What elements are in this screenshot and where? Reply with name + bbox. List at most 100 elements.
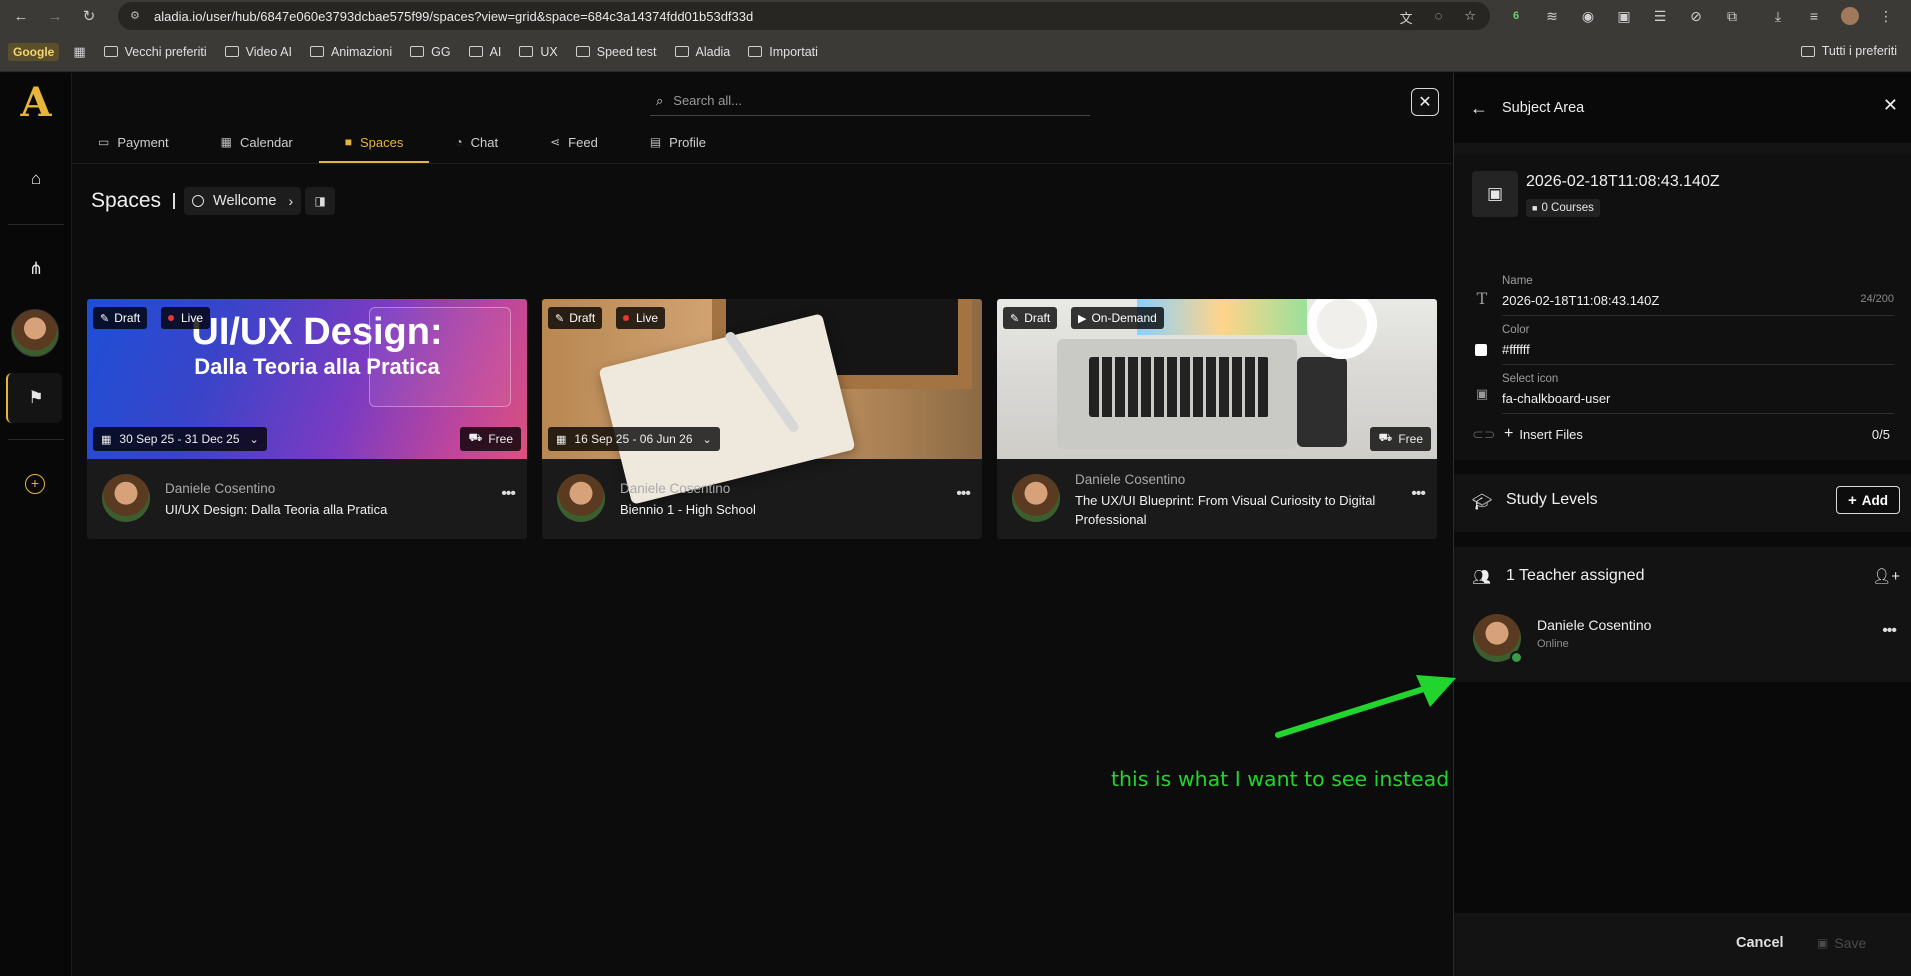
insert-files-button[interactable]: Insert Files bbox=[1519, 427, 1583, 442]
color-field-value[interactable]: #ffffff bbox=[1502, 342, 1530, 357]
apps-grid-icon[interactable]: ▦ bbox=[73, 44, 85, 60]
bookmark-folder[interactable]: Aladia bbox=[674, 45, 730, 59]
bookmark-folder[interactable]: UX bbox=[519, 45, 558, 59]
spaces-icon: ■ bbox=[344, 135, 353, 149]
folder-icon bbox=[748, 46, 763, 57]
search-input[interactable] bbox=[673, 93, 1054, 108]
folder-icon bbox=[1800, 45, 1815, 57]
store-icon[interactable]: ⌂ bbox=[22, 165, 50, 193]
card-title[interactable]: UI/UX Design: Dalla Teoria alla Pratica bbox=[165, 500, 495, 519]
bookmark-folder[interactable]: Speed test bbox=[575, 45, 657, 59]
cart-icon: ⛟ bbox=[1378, 432, 1393, 444]
date-range-dropdown[interactable]: ▦ 30 Sep 25 - 31 Dec 25 ⌄ bbox=[93, 427, 267, 451]
save-button[interactable]: ▣ Save bbox=[1817, 935, 1866, 951]
draft-badge[interactable]: ✎ Draft bbox=[1003, 307, 1058, 329]
close-panel-icon[interactable]: ✕ bbox=[1883, 95, 1898, 116]
all-bookmarks[interactable]: Tutti i preferiti bbox=[1800, 44, 1897, 58]
subject-name-heading: 2026-02-18T11:08:43.140Z bbox=[1526, 173, 1720, 190]
bookmark-folder[interactable]: GG bbox=[410, 45, 451, 59]
bookmark-folder[interactable]: Video AI bbox=[224, 45, 292, 59]
address-bar[interactable]: ⚙ aladia.io/user/hub/6847e060e3793dcbae5… bbox=[118, 2, 1490, 30]
icon-select-field[interactable]: ▣ Select icon fa-chalkboard-user bbox=[1472, 373, 1894, 417]
extension-audio-icon[interactable]: ≋ bbox=[1541, 6, 1563, 26]
extension-link-icon[interactable]: ⊘ bbox=[1685, 6, 1707, 26]
draft-badge[interactable]: ✎ Draft bbox=[548, 307, 603, 329]
folder-icon bbox=[575, 46, 590, 57]
cover-decoration bbox=[1089, 357, 1269, 417]
user-plus-icon[interactable]: 👤︎+ bbox=[1872, 567, 1900, 585]
name-field-value[interactable]: 2026-02-18T11:08:43.140Z bbox=[1502, 293, 1659, 308]
tab-payment[interactable]: ▭ Payment bbox=[72, 121, 195, 163]
draft-badge[interactable]: ✎ Draft bbox=[93, 307, 148, 329]
price-badge: ⛟ Free bbox=[460, 427, 521, 451]
google-bookmark[interactable]: Google bbox=[8, 42, 60, 61]
card-title[interactable]: The UX/UI Blueprint: From Visual Curiosi… bbox=[1075, 491, 1405, 529]
media-control-icon[interactable]: ≡ bbox=[1803, 6, 1825, 26]
chalkboard-user-icon[interactable]: ⚑ bbox=[22, 384, 50, 412]
aladia-logo[interactable]: A bbox=[14, 81, 58, 125]
extension-camera-icon[interactable]: ◉ bbox=[1577, 6, 1599, 26]
live-dot-icon bbox=[623, 315, 629, 321]
id-card-icon: ▤ bbox=[649, 135, 662, 149]
color-swatch[interactable] bbox=[1475, 344, 1487, 356]
close-search-button[interactable]: ✕ bbox=[1411, 88, 1439, 116]
plus-icon[interactable]: + bbox=[1504, 425, 1513, 443]
courses-count-badge: ■ 0 Courses bbox=[1526, 199, 1600, 217]
extensions-puzzle-icon[interactable]: ⧉ bbox=[1721, 6, 1743, 26]
play-circle-icon: ▶ bbox=[1078, 312, 1087, 325]
arrow-left-icon[interactable]: ← bbox=[1470, 98, 1488, 119]
name-field[interactable]: T Name 2026-02-18T11:08:43.140Z 24/200 bbox=[1472, 275, 1894, 319]
tab-profile[interactable]: ▤ Profile bbox=[624, 121, 732, 163]
add-circle-icon[interactable]: + bbox=[25, 474, 45, 494]
site-settings-icon[interactable]: ⚙ bbox=[130, 9, 144, 23]
tab-calendar[interactable]: ▦ Calendar bbox=[195, 121, 319, 163]
bookmark-folder[interactable]: Animazioni bbox=[309, 45, 392, 59]
author-avatar bbox=[1012, 474, 1060, 522]
date-range-dropdown[interactable]: ▦ 16 Sep 25 - 06 Jun 26 ⌄ bbox=[548, 427, 720, 451]
ellipsis-icon[interactable]: ••• bbox=[1882, 622, 1897, 640]
edit-icon: ✎ bbox=[1010, 312, 1020, 325]
breadcrumb[interactable]: Wellcome › bbox=[184, 187, 302, 215]
global-search[interactable]: ⌕ bbox=[650, 86, 1090, 116]
color-field[interactable]: Color #ffffff bbox=[1472, 324, 1894, 368]
back-icon[interactable]: ← bbox=[8, 3, 34, 29]
add-study-level-button[interactable]: + Add bbox=[1836, 486, 1900, 514]
extension-square-icon[interactable]: ▣ bbox=[1613, 6, 1635, 26]
extensions-bar: 6 ≋ ◉ ▣ ☰ ⊘ ⧉ ⤓ ≡ ⋮ bbox=[1505, 6, 1897, 26]
space-card[interactable]: ✎ Draft ▶ On-Demand ⛟ Free Daniele Cosentin… bbox=[997, 299, 1437, 539]
cancel-button[interactable]: Cancel bbox=[1736, 935, 1784, 951]
profile-avatar-icon[interactable] bbox=[1839, 6, 1861, 26]
main-tabs: ▭ Payment ▦ Calendar ■ Spaces ◔ Chat ⋖ Feed ▤… bbox=[72, 121, 1452, 163]
icon-field-value[interactable]: fa-chalkboard-user bbox=[1502, 391, 1610, 406]
space-card[interactable]: ✎ Draft Live ▦ 16 Sep 25 - 06 Jun 26 ⌄ Dani… bbox=[542, 299, 982, 539]
forward-icon[interactable]: → bbox=[42, 3, 68, 29]
folder-icon bbox=[519, 46, 534, 57]
bookmark-star-icon[interactable]: ☆ bbox=[1464, 8, 1476, 27]
bookmark-folder[interactable]: Importati bbox=[748, 45, 818, 59]
spaces-header: Spaces Wellcome › ◨ bbox=[91, 187, 336, 215]
share-nodes-icon[interactable]: ⋔ bbox=[22, 255, 50, 283]
card-title[interactable]: Biennio 1 - High School bbox=[620, 500, 950, 519]
user-avatar[interactable] bbox=[11, 309, 59, 357]
bookmark-folder[interactable]: AI bbox=[468, 45, 501, 59]
bookmark-folder[interactable]: Vecchi preferiti bbox=[103, 45, 207, 59]
menu-kebab-icon[interactable]: ⋮ bbox=[1875, 6, 1897, 26]
tab-feed[interactable]: ⋖ Feed bbox=[524, 121, 624, 163]
translate-icon[interactable]: 文 bbox=[1400, 8, 1413, 27]
wallet-icon: ▭ bbox=[98, 135, 110, 149]
extension-badge-icon[interactable]: 6 bbox=[1505, 6, 1527, 26]
eye-off-icon[interactable]: ◌ bbox=[1435, 8, 1443, 27]
ellipsis-icon[interactable]: ••• bbox=[956, 485, 971, 503]
view-toggle-button[interactable]: ◨ bbox=[305, 187, 336, 215]
url-text[interactable]: aladia.io/user/hub/6847e060e3793dcbae575… bbox=[154, 9, 753, 24]
reload-icon[interactable]: ↻ bbox=[76, 3, 102, 29]
space-card[interactable]: UI/UX Design: Dalla Teoria alla Pratica … bbox=[87, 299, 527, 539]
tab-spaces[interactable]: ■ Spaces bbox=[318, 121, 430, 163]
download-icon[interactable]: ⤓ bbox=[1767, 6, 1789, 26]
ellipsis-icon[interactable]: ••• bbox=[501, 485, 516, 503]
graduation-cap-icon: 🎓︎ bbox=[1472, 494, 1493, 511]
section-gap bbox=[1454, 532, 1911, 547]
extension-database-icon[interactable]: ☰ bbox=[1649, 6, 1671, 26]
ellipsis-icon[interactable]: ••• bbox=[1411, 485, 1426, 503]
tab-chat[interactable]: ◔ Chat bbox=[429, 121, 524, 163]
